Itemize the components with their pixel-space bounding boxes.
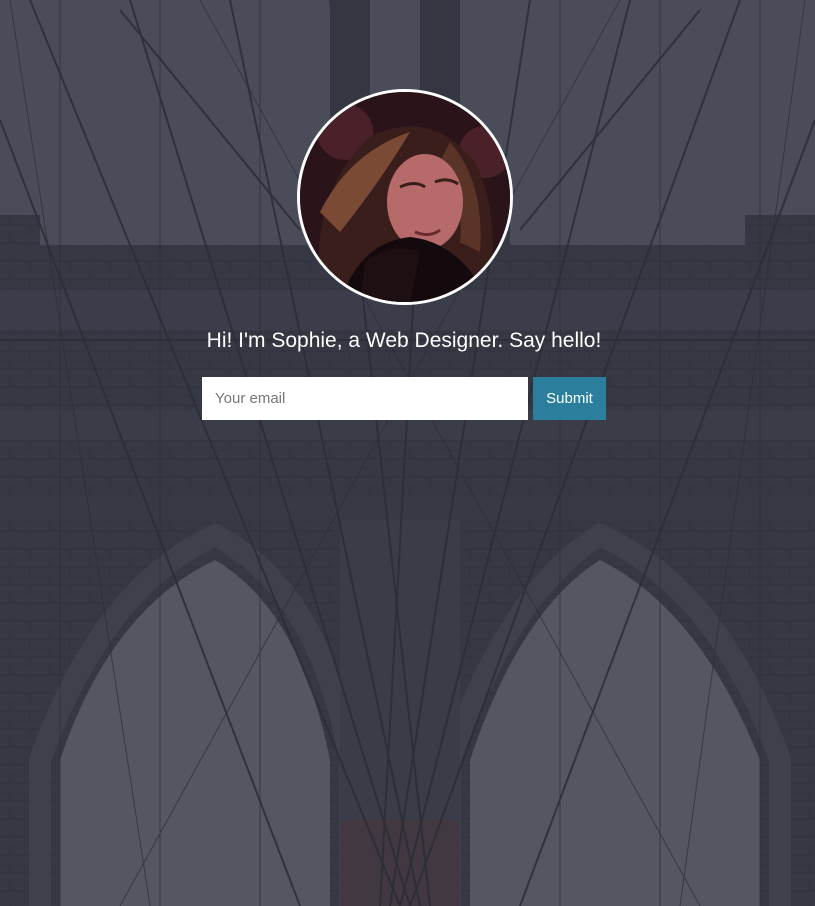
hero-section: Hi! I'm Sophie, a Web Designer. Say hell… (0, 0, 815, 906)
avatar (297, 89, 513, 305)
email-field[interactable] (202, 377, 528, 420)
submit-button[interactable]: Submit (533, 377, 606, 420)
profile-photo (300, 92, 510, 302)
page: Hi! I'm Sophie, a Web Designer. Say hell… (0, 0, 815, 906)
page-title: Hi! I'm Sophie, a Web Designer. Say hell… (206, 329, 602, 352)
